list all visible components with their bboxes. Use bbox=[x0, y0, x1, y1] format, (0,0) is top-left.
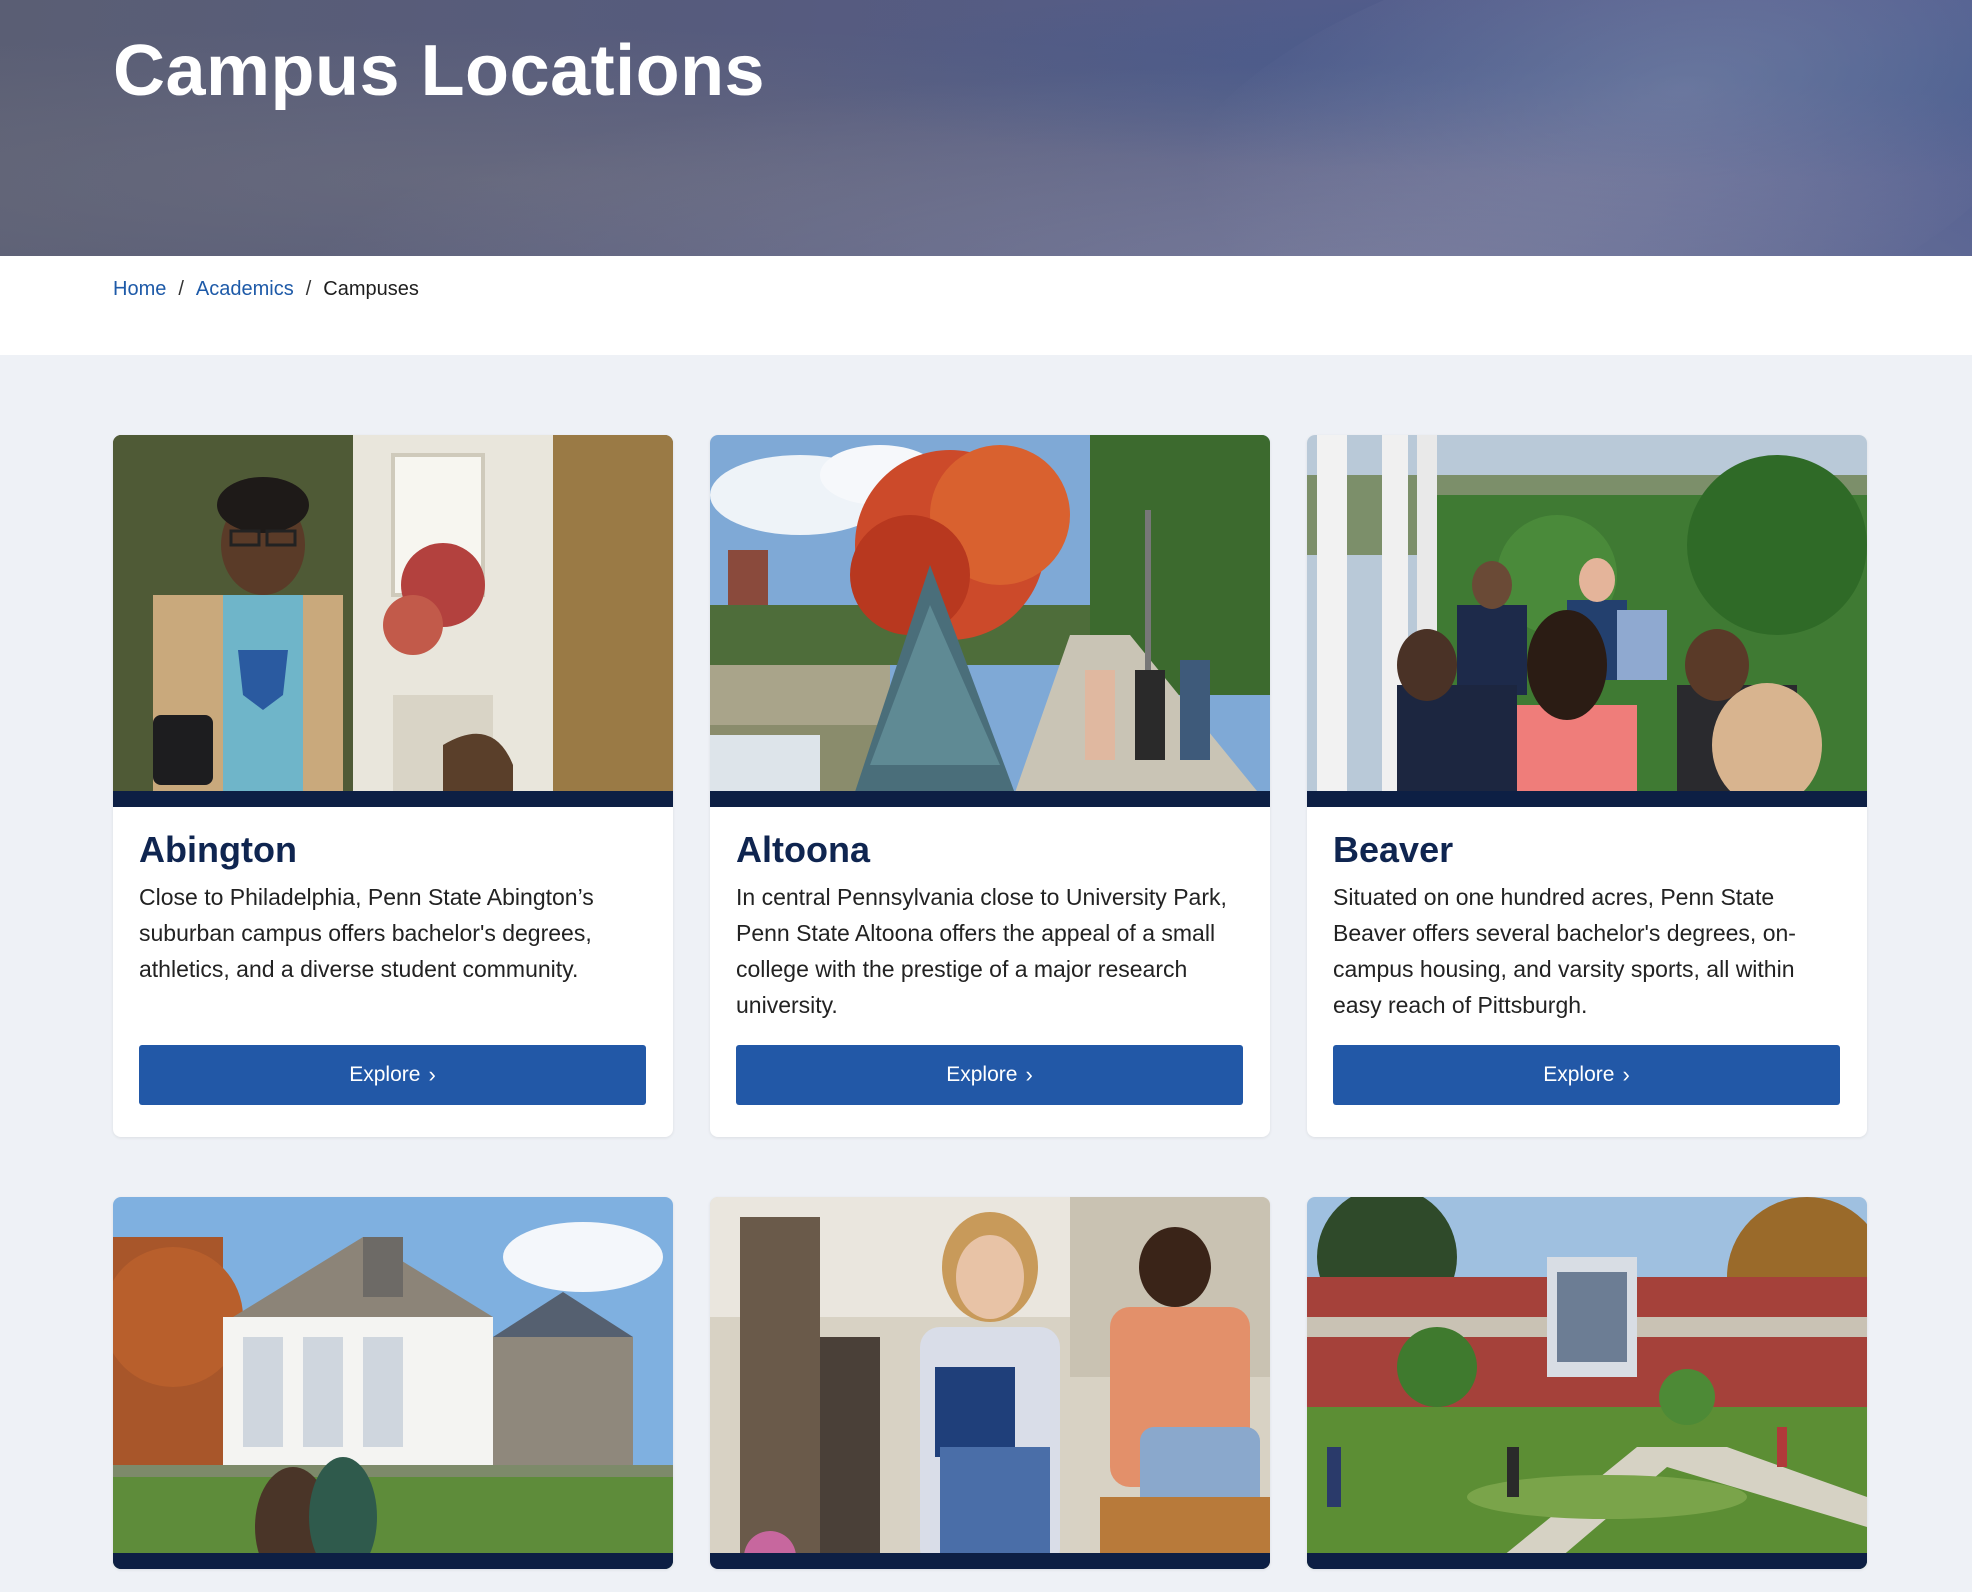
image-accent-bar bbox=[710, 1553, 1270, 1569]
chevron-right-icon: › bbox=[1622, 1062, 1630, 1087]
image-accent-bar bbox=[1307, 1553, 1867, 1569]
breadcrumb: Home / Academics / Campuses bbox=[113, 278, 419, 301]
campus-name: Altoona bbox=[736, 829, 870, 870]
image-accent-bar bbox=[113, 791, 673, 807]
campus-name: Abington bbox=[139, 829, 297, 870]
breadcrumb-separator: / bbox=[178, 278, 184, 300]
hero-banner: Campus Locations bbox=[0, 0, 1972, 256]
explore-abington-button[interactable]: Explore › bbox=[139, 1045, 646, 1105]
campus-card bbox=[1307, 1197, 1867, 1569]
breadcrumb-separator: / bbox=[305, 278, 312, 300]
campus-card bbox=[113, 1197, 673, 1569]
explore-label: Explore bbox=[349, 1063, 421, 1086]
breadcrumb-current: Campuses bbox=[323, 278, 419, 300]
image-accent-bar bbox=[1307, 791, 1867, 807]
campus-card bbox=[710, 1197, 1270, 1569]
chevron-right-icon: › bbox=[1025, 1062, 1033, 1087]
image-accent-bar bbox=[710, 791, 1270, 807]
page-title: Campus Locations bbox=[113, 31, 766, 111]
image-accent-bar bbox=[113, 1553, 673, 1569]
breadcrumb-band: Home / Academics / Campuses bbox=[0, 256, 1972, 355]
campus-card-beaver: Beaver Situated on one hundred acres, Pe… bbox=[1307, 435, 1867, 1137]
campus-image-abington bbox=[113, 435, 673, 807]
campus-description: Situated on one hundred acres, Penn Stat… bbox=[1333, 884, 1796, 1018]
campus-description: In central Pennsylvania close to Univers… bbox=[736, 884, 1227, 1018]
explore-beaver-button[interactable]: Explore › bbox=[1333, 1045, 1840, 1105]
campus-card-altoona: Altoona In central Pennsylvania close to… bbox=[710, 435, 1270, 1137]
campus-image bbox=[113, 1197, 673, 1569]
campus-name: Beaver bbox=[1333, 829, 1454, 870]
explore-altoona-button[interactable]: Explore › bbox=[736, 1045, 1243, 1105]
campus-image-beaver bbox=[1307, 435, 1867, 807]
explore-label: Explore bbox=[946, 1063, 1018, 1086]
explore-label: Explore bbox=[1543, 1063, 1615, 1086]
campus-description: Close to Philadelphia, Penn State Abingt… bbox=[139, 884, 594, 982]
breadcrumb-academics-link[interactable]: Academics bbox=[196, 278, 294, 301]
breadcrumb-home-link[interactable]: Home bbox=[113, 278, 166, 301]
campus-card-abington: Abington Close to Philadelphia, Penn Sta… bbox=[113, 435, 673, 1137]
chevron-right-icon: › bbox=[428, 1062, 436, 1087]
campus-image bbox=[1307, 1197, 1867, 1569]
campus-image bbox=[710, 1197, 1270, 1569]
campus-image-altoona bbox=[710, 435, 1270, 807]
hero-background-image bbox=[1118, 0, 1972, 256]
